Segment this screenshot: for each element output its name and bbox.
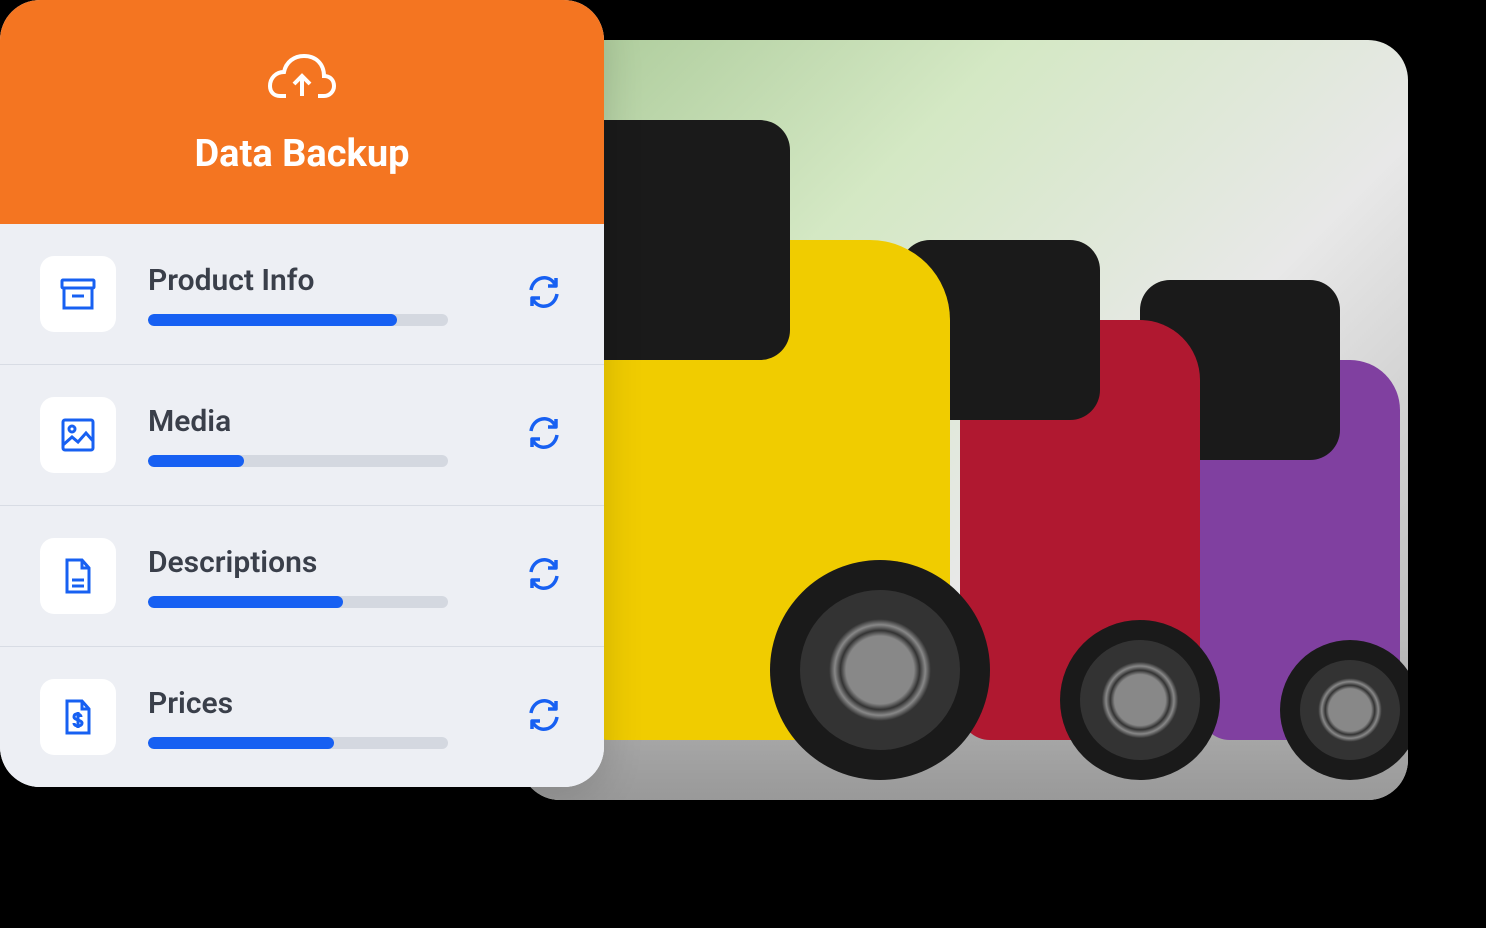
- item-label: Descriptions: [148, 545, 504, 580]
- scooter-red: [960, 320, 1200, 740]
- image-icon: [40, 397, 116, 473]
- item-label: Media: [148, 404, 504, 439]
- product-photo: [520, 40, 1408, 800]
- sync-icon[interactable]: [524, 554, 564, 598]
- item-label: Product Info: [148, 263, 504, 298]
- cloud-upload-icon: [266, 48, 338, 108]
- progress-bar: [148, 737, 448, 749]
- backup-item-prices: Prices: [0, 647, 604, 787]
- file-dollar-icon: [40, 679, 116, 755]
- sync-icon[interactable]: [524, 413, 564, 457]
- backup-list: Product Info: [0, 224, 604, 787]
- progress-bar: [148, 314, 448, 326]
- backup-title: Data Backup: [40, 132, 564, 176]
- backup-header: Data Backup: [0, 0, 604, 224]
- backup-item-descriptions: Descriptions: [0, 506, 604, 647]
- backup-item-product-info: Product Info: [0, 224, 604, 365]
- backup-item-media: Media: [0, 365, 604, 506]
- progress-bar: [148, 455, 448, 467]
- sync-icon[interactable]: [524, 695, 564, 739]
- progress-fill: [148, 737, 334, 749]
- file-text-icon: [40, 538, 116, 614]
- backup-panel: Data Backup Product Info: [0, 0, 604, 787]
- progress-fill: [148, 314, 397, 326]
- sync-icon[interactable]: [524, 272, 564, 316]
- progress-fill: [148, 596, 343, 608]
- progress-fill: [148, 455, 244, 467]
- archive-box-icon: [40, 256, 116, 332]
- item-label: Prices: [148, 686, 504, 721]
- scooter-purple: [1200, 360, 1400, 740]
- progress-bar: [148, 596, 448, 608]
- scooter-yellow: [570, 240, 950, 740]
